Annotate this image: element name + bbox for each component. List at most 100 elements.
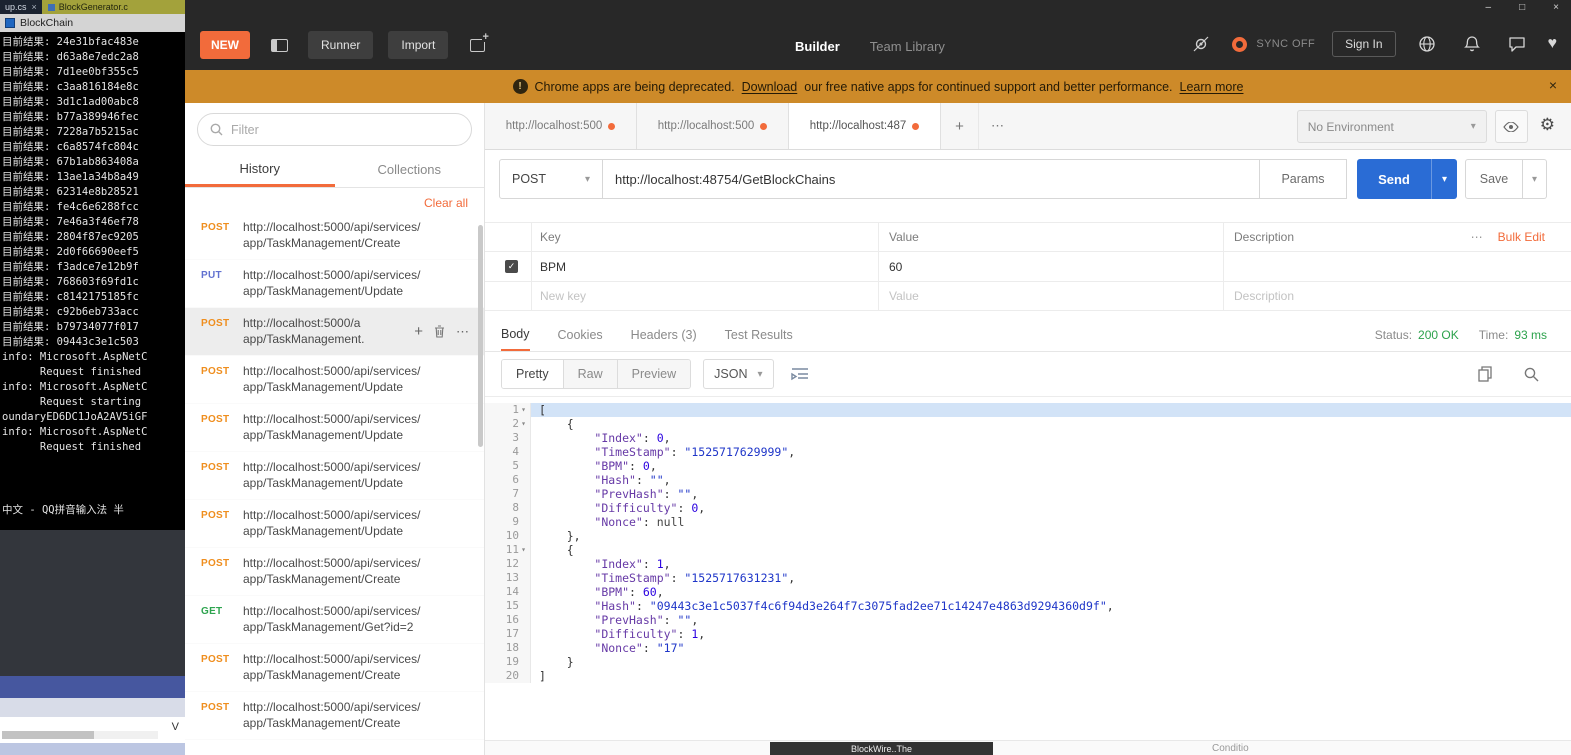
key-column-header: Key [531,223,878,251]
param-value-cell[interactable]: 60 [878,252,1223,281]
history-item[interactable]: GET http://localhost:5000/api/services/ap… [185,596,484,644]
history-item[interactable]: POST http://localhost:5000/api/services/a… [185,404,484,452]
environment-select[interactable]: No Environment ▾ [1296,110,1487,143]
add-to-collection-icon[interactable]: + [414,323,423,340]
param-new-row[interactable]: New key Value Description [485,281,1571,311]
console-titlebar[interactable]: BlockChain [0,14,185,32]
delete-icon[interactable] [434,325,445,338]
new-description-placeholder[interactable]: Description [1223,282,1428,310]
line-number: 15 [485,599,531,613]
beautify-icon [790,368,808,381]
tab-history[interactable]: History [185,152,335,187]
request-tab[interactable]: http://localhost:500 [637,103,789,149]
header-left-toolbar: NEW Runner Import [200,31,491,59]
background-window-body [0,530,185,676]
banner-download-link[interactable]: Download [742,80,798,94]
unsaved-dot-icon [608,122,616,130]
favorites-heart-icon[interactable]: ♥ [1548,35,1558,53]
minimize-icon[interactable]: – [1486,2,1492,13]
import-button[interactable]: Import [388,31,449,59]
params-button[interactable]: Params [1259,159,1347,199]
history-item[interactable]: POST http://localhost:5000/api/services/a… [185,212,484,260]
history-item[interactable]: POST http://localhost:5000/a app/TaskManag… [185,308,484,356]
interceptor-icon[interactable] [1187,30,1215,58]
close-icon[interactable]: × [1553,2,1559,13]
param-row[interactable]: ✓ BPM 60 [485,251,1571,281]
param-key-cell[interactable]: BPM [531,252,878,281]
runner-button[interactable]: Runner [308,31,374,59]
time-value: 93 ms [1514,327,1547,342]
sign-in-button[interactable]: Sign In [1332,31,1396,57]
more-options-icon[interactable]: ⋯ [1471,230,1484,244]
tab-builder[interactable]: Builder [795,39,840,54]
fold-toggle-icon[interactable]: ▾ [519,417,528,431]
sync-icon[interactable] [1232,36,1248,52]
beautify-button[interactable] [786,360,814,388]
save-options-button[interactable]: ▾ [1523,159,1547,199]
method-select[interactable]: POST ▾ [499,159,603,199]
new-value-placeholder[interactable]: Value [878,282,1223,310]
response-tab-body[interactable]: Body [501,318,530,351]
window-controls: – □ × [1486,2,1559,13]
search-response-button[interactable] [1517,360,1545,388]
response-tab-cookies[interactable]: Cookies [558,318,603,351]
code-text: "TimeStamp": "1525717629999", [594,445,796,459]
more-actions-icon[interactable]: ⋯ [456,324,470,340]
filter-search-box[interactable] [197,113,472,146]
settings-gear-icon[interactable]: ⚙ [1540,115,1555,149]
history-item[interactable]: POST http://localhost:5000/api/services/a… [185,500,484,548]
new-button[interactable]: NEW [200,31,250,59]
horizontal-scrollbar[interactable] [2,731,158,739]
scrollbar-thumb[interactable] [2,731,94,739]
new-window-button[interactable] [463,31,491,59]
browse-globe-icon[interactable] [1413,30,1441,58]
response-tab-headers[interactable]: Headers (3) [631,318,697,351]
send-options-button[interactable]: ▾ [1431,159,1457,199]
save-button[interactable]: Save [1465,159,1523,199]
history-item[interactable]: POST http://localhost:5000/api/services/a… [185,548,484,596]
send-button[interactable]: Send [1357,159,1431,199]
history-item[interactable]: POST http://localhost:5000/api/services/a… [185,356,484,404]
response-body-viewer[interactable]: 1 ▾[2 ▾ {3 "Index": 0, 4 "TimeStamp": "1525… [485,396,1571,740]
sidebar-toggle-button[interactable] [265,31,293,59]
tab-team-library[interactable]: Team Library [870,39,945,54]
param-checkbox-cell [485,282,531,310]
filter-input[interactable] [231,122,459,137]
checkbox-checked[interactable]: ✓ [505,260,518,273]
new-tab-button[interactable]: + [941,103,979,149]
fold-toggle-icon[interactable]: ▾ [519,543,528,557]
new-key-placeholder[interactable]: New key [531,282,878,310]
history-item[interactable]: POST http://localhost:5000/api/services/a… [185,452,484,500]
request-tab[interactable]: http://localhost:487 [789,103,941,149]
request-tab[interactable]: http://localhost:500 [485,103,637,149]
chat-help-icon[interactable] [1503,30,1531,58]
history-item-actions: + ⋯ [410,315,476,340]
view-mode-pretty[interactable]: Pretty [502,360,563,388]
tab-overflow-button[interactable]: ⋯ [979,103,1017,149]
editor-tab-upcs[interactable]: up.cs × [0,0,42,14]
history-item[interactable]: POST http://localhost:5000/api/services/a… [185,644,484,692]
banner-learn-more-link[interactable]: Learn more [1180,80,1244,94]
environment-preview-button[interactable] [1494,110,1528,143]
close-icon[interactable]: × [32,2,37,12]
code-line: 7 "PrevHash": "", [485,487,1571,501]
view-mode-preview[interactable]: Preview [616,360,691,388]
notifications-bell-icon[interactable] [1458,30,1486,58]
fold-toggle-icon[interactable]: ▾ [519,403,528,417]
language-select[interactable]: JSON ▾ [703,359,774,389]
screen: up.cs × BlockGenerator.c BlockChain 目前结果… [0,0,1571,755]
history-item[interactable]: POST http://localhost:5000/api/services/a… [185,692,484,740]
response-tab-test-results[interactable]: Test Results [725,318,793,351]
clear-all-link[interactable]: Clear all [185,188,484,212]
bulk-edit-link[interactable]: Bulk Edit [1498,230,1545,244]
copy-button[interactable] [1471,360,1499,388]
view-mode-raw[interactable]: Raw [562,360,617,388]
editor-tab-blockgenerator[interactable]: BlockGenerator.c [41,0,185,14]
url-input[interactable] [603,159,1259,199]
history-item[interactable]: PUT http://localhost:5000/api/services/ap… [185,260,484,308]
param-description-cell[interactable] [1223,252,1428,281]
maximize-icon[interactable]: □ [1519,2,1525,13]
banner-close-icon[interactable]: × [1549,77,1557,93]
sidebar-scrollbar[interactable] [478,225,483,447]
tab-collections[interactable]: Collections [335,152,485,187]
